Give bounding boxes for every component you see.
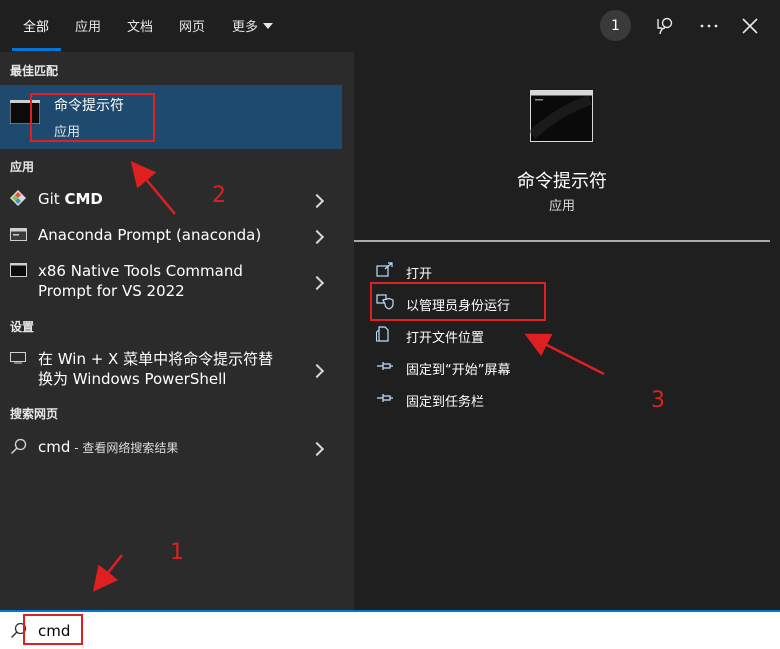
- action-label: 打开文件位置: [406, 331, 485, 346]
- settings-item-label-line1: 在 Win + X 菜单中将命令提示符替: [38, 350, 274, 368]
- cmd-icon: [10, 263, 27, 277]
- app-item-label-line2: Prompt for VS 2022: [38, 282, 185, 300]
- top-tab-bar: 全部 应用 文档 网页 更多 1: [0, 0, 780, 52]
- chevron-right-icon[interactable]: [309, 275, 325, 291]
- close-icon[interactable]: [738, 14, 762, 38]
- search-bar: [0, 610, 780, 649]
- git-icon: [10, 190, 26, 206]
- action-label: 固定到任务栏: [406, 395, 485, 410]
- app-item-git-cmd[interactable]: Git CMD: [0, 186, 342, 212]
- monitor-icon: [10, 352, 26, 364]
- app-item-label-bold: CMD: [64, 190, 103, 208]
- details-pane: 命令提示符 应用 打开 以管理员身份运行 打开文件位置 固定到“开始”屏幕 固定…: [354, 52, 780, 610]
- tab-apps[interactable]: 应用: [75, 16, 101, 35]
- web-search-query: cmd: [38, 438, 71, 456]
- tab-documents[interactable]: 文档: [127, 16, 153, 35]
- open-icon: [376, 262, 393, 277]
- web-search-item[interactable]: cmd - 查看网络搜索结果: [0, 434, 342, 460]
- action-label: 固定到“开始”屏幕: [406, 363, 511, 378]
- web-search-suffix: - 查看网络搜索结果: [70, 441, 179, 455]
- annotation-number-3: 3: [651, 388, 665, 413]
- active-tab-indicator: [12, 48, 61, 51]
- cmd-icon: [530, 90, 593, 142]
- more-options-icon[interactable]: [697, 14, 721, 38]
- details-title: 命令提示符: [517, 171, 607, 192]
- app-item-label: Anaconda Prompt (anaconda): [38, 226, 262, 244]
- best-match-header: 最佳匹配: [10, 64, 59, 78]
- annotation-box-run-as-admin: [370, 282, 546, 321]
- app-item-label: Git: [38, 190, 65, 208]
- search-icon: [11, 438, 27, 454]
- action-label: 打开: [406, 267, 433, 282]
- file-location-icon: [376, 326, 389, 342]
- apps-header: 应用: [10, 160, 35, 174]
- annotation-box-best-match: [30, 93, 155, 142]
- settings-item-label-line2: 换为 Windows PowerShell: [38, 370, 227, 388]
- pin-icon: [377, 362, 393, 370]
- terminal-icon: [10, 228, 27, 241]
- chevron-right-icon[interactable]: [309, 193, 325, 209]
- tab-more-label: 更多: [232, 20, 259, 35]
- web-search-header: 搜索网页: [10, 407, 59, 421]
- settings-item-winx-powershell[interactable]: 在 Win + X 菜单中将命令提示符替 换为 Windows PowerShe…: [0, 348, 342, 392]
- app-item-label-line1: x86 Native Tools Command: [38, 262, 243, 280]
- search-input[interactable]: [36, 618, 640, 644]
- app-item-anaconda-prompt[interactable]: Anaconda Prompt (anaconda): [0, 222, 342, 248]
- rewards-badge[interactable]: 1: [600, 10, 631, 41]
- feedback-icon[interactable]: [654, 14, 678, 38]
- chevron-down-icon: [263, 23, 274, 29]
- details-subtitle: 应用: [548, 199, 575, 214]
- chevron-right-icon[interactable]: [309, 229, 325, 245]
- tab-all[interactable]: 全部: [23, 16, 49, 35]
- tab-more[interactable]: 更多: [232, 16, 274, 35]
- chevron-right-icon[interactable]: [309, 441, 325, 457]
- divider: [354, 240, 770, 242]
- annotation-number-1: 1: [170, 540, 184, 565]
- app-item-x86-native-tools[interactable]: x86 Native Tools Command Prompt for VS 2…: [0, 260, 342, 304]
- tab-web[interactable]: 网页: [179, 16, 205, 35]
- pin-icon: [377, 394, 393, 402]
- annotation-box-search-input: [23, 614, 83, 645]
- chevron-right-icon[interactable]: [309, 363, 325, 379]
- annotation-number-2: 2: [212, 183, 226, 208]
- settings-header: 设置: [10, 320, 35, 334]
